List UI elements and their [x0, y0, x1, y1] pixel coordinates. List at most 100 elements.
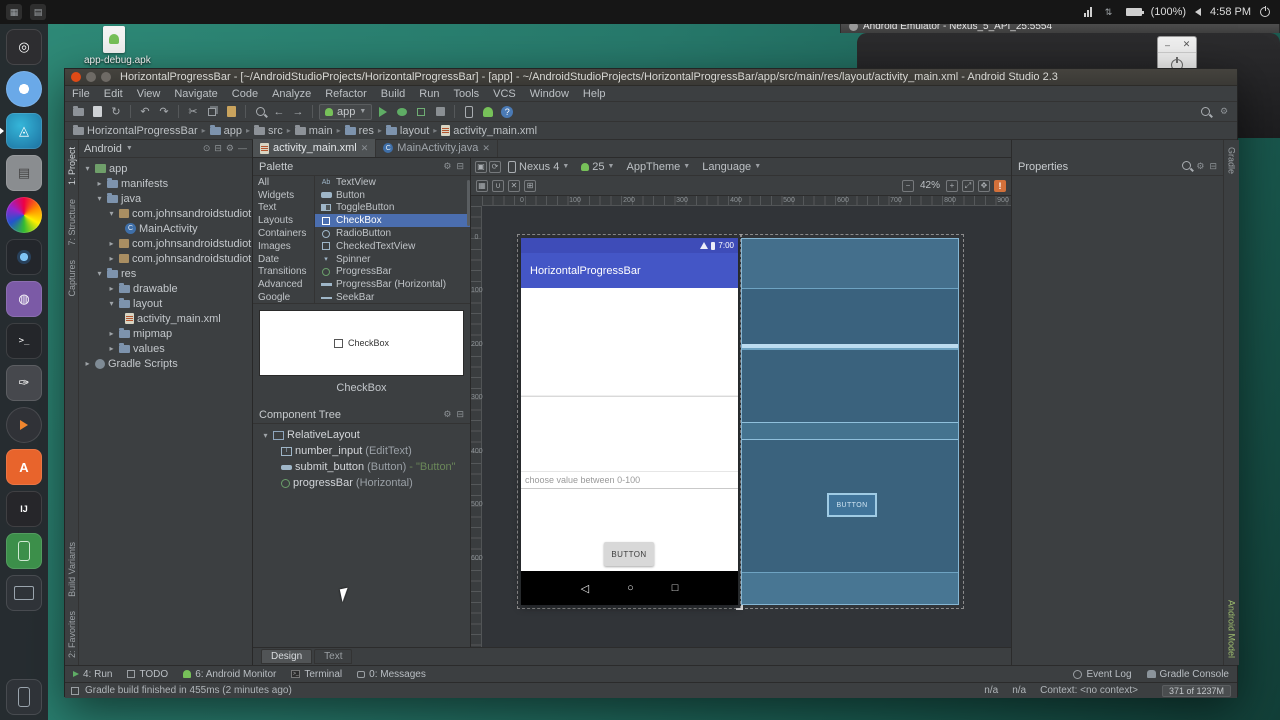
gear-icon[interactable]: ⚙	[443, 161, 451, 172]
api-level-select[interactable]: 25 ▼	[576, 161, 619, 173]
find-icon[interactable]	[252, 104, 268, 120]
project-view-select[interactable]: Android	[84, 143, 122, 155]
lint-warning-badge[interactable]: !	[994, 179, 1006, 192]
menu-run[interactable]: Run	[412, 86, 446, 101]
orientation-icon[interactable]: ⟳	[489, 160, 501, 173]
launcher-camera-app[interactable]	[6, 239, 42, 275]
palette-category-date[interactable]: Date	[253, 253, 314, 266]
breadcrumb-file[interactable]: activity_main.xml	[441, 125, 537, 137]
component-number-input[interactable]: I number_input (EditText)	[253, 443, 470, 459]
tool-tab-event-log[interactable]: Event Log	[1073, 669, 1132, 680]
launcher-software-center[interactable]: A	[6, 449, 42, 485]
menu-view[interactable]: View	[130, 86, 168, 101]
coverage-button[interactable]	[413, 104, 429, 120]
launcher-media-player[interactable]	[6, 407, 42, 443]
cut-icon[interactable]: ✂	[185, 104, 201, 120]
tool-tab-captures[interactable]: Captures	[67, 253, 77, 304]
palette-category-text[interactable]: Text	[253, 202, 314, 215]
tool-tab-favorites[interactable]: 2: Favorites	[67, 604, 77, 665]
launcher-file-manager[interactable]: ▤	[6, 155, 42, 191]
palette-item-textview[interactable]: Ab TextView	[315, 176, 470, 189]
clear-constraints-icon[interactable]: ✕	[508, 179, 520, 192]
breadcrumb-main[interactable]: main	[294, 124, 333, 137]
zoom-out-icon[interactable]: −	[901, 179, 914, 192]
forward-icon[interactable]: →	[290, 104, 306, 120]
minimize-window-button[interactable]	[86, 72, 96, 82]
widget-number-input[interactable]: choose value between 0-100	[521, 471, 738, 489]
gear-icon[interactable]: ⚙	[1196, 161, 1204, 172]
maximize-window-button[interactable]	[101, 72, 111, 82]
debug-button[interactable]	[394, 104, 410, 120]
tree-item-gradle-scripts[interactable]: ▸ Gradle Scripts	[79, 356, 252, 371]
tree-item-package-androidtest[interactable]: ▸ com.johnsandroidstudiot	[79, 236, 252, 251]
run-configuration-select[interactable]: app ▼	[319, 103, 373, 120]
menu-help[interactable]: Help	[576, 86, 613, 101]
tree-item-package-main[interactable]: ▾ com.johnsandroidstudiot	[79, 206, 252, 221]
palette-category-layouts[interactable]: Layouts	[253, 214, 314, 227]
palette-category-google[interactable]: Google	[253, 291, 314, 303]
menu-build[interactable]: Build	[374, 86, 412, 101]
toolbar-settings-icon[interactable]: ⚙	[1216, 104, 1232, 120]
tool-tab-terminal[interactable]: >_ Terminal	[291, 669, 342, 680]
power-menu-icon[interactable]	[1260, 6, 1270, 17]
close-icon[interactable]: ✕	[482, 143, 490, 154]
phone-preview[interactable]: 7:00 HorizontalProgressBar choose value …	[521, 238, 738, 605]
blueprint-submit-button[interactable]: BUTTON	[827, 493, 877, 517]
blueprint-number-input[interactable]	[742, 422, 958, 440]
launcher-intellij-idea[interactable]: IJ	[6, 491, 42, 527]
tool-tab-gradle[interactable]: Gradle	[1227, 140, 1237, 181]
close-window-button[interactable]	[71, 72, 81, 82]
desktop-icon-apk[interactable]: app-debug.apk	[84, 26, 151, 66]
help-icon[interactable]: ?	[499, 104, 515, 120]
tree-item-manifests[interactable]: ▸ manifests	[79, 176, 252, 191]
launcher-android-studio[interactable]: ◬	[0, 113, 42, 149]
locate-file-icon[interactable]: ⊙	[203, 143, 211, 154]
palette-category-advanced[interactable]: Advanced	[253, 278, 314, 291]
tab-text[interactable]: Text	[314, 649, 353, 664]
launcher-graphics-app[interactable]: ◍	[6, 281, 42, 317]
launcher-chromium-browser[interactable]	[6, 71, 42, 107]
paste-icon[interactable]	[223, 104, 239, 120]
launcher-tablet-device[interactable]	[6, 575, 42, 611]
collapse-all-icon[interactable]: ⊟	[214, 143, 222, 154]
breadcrumb-src[interactable]: src	[254, 124, 283, 137]
palette-item-spinner[interactable]: ▾ Spinner	[315, 253, 470, 266]
palette-item-togglebutton[interactable]: ToggleButton	[315, 202, 470, 215]
breadcrumb-layout[interactable]: layout	[385, 124, 429, 137]
surface-mode-icon[interactable]: ▣	[475, 160, 487, 173]
tree-item-mipmap[interactable]: ▸ mipmap	[79, 326, 252, 341]
menu-file[interactable]: File	[65, 86, 97, 101]
tree-item-package-test[interactable]: ▸ com.johnsandroidstudiot	[79, 251, 252, 266]
tool-tab-build-variants[interactable]: Build Variants	[67, 535, 77, 604]
palette-item-radiobutton[interactable]: RadioButton	[315, 227, 470, 240]
tab-design[interactable]: Design	[261, 649, 313, 664]
minimize-panel-icon[interactable]: ⊟	[456, 409, 464, 420]
minimize-panel-icon[interactable]: ⊟	[456, 161, 464, 172]
magnet-icon[interactable]: ∪	[492, 179, 504, 192]
close-button[interactable]: ✕	[1177, 37, 1196, 52]
tool-tab-project[interactable]: 1: Project	[67, 140, 77, 192]
tree-item-drawable[interactable]: ▸ drawable	[79, 281, 252, 296]
clock[interactable]: 4:58 PM	[1210, 6, 1251, 18]
zoom-fit-icon[interactable]: ⤢	[962, 179, 974, 192]
tree-item-app[interactable]: ▾ app	[79, 161, 252, 176]
search-icon[interactable]	[1182, 161, 1192, 172]
battery-icon[interactable]	[1125, 8, 1144, 16]
toolbox-icon[interactable]	[71, 686, 79, 695]
back-icon[interactable]: ←	[271, 104, 287, 120]
gear-icon[interactable]: ⚙	[226, 143, 234, 154]
minimize-button[interactable]: –	[1158, 37, 1177, 52]
breadcrumb-project[interactable]: HorizontalProgressBar	[73, 124, 198, 137]
component-relativelayout[interactable]: ▾ RelativeLayout	[253, 427, 470, 443]
device-select[interactable]: Nexus 4 ▼	[503, 160, 574, 173]
tree-item-activity-main-xml[interactable]: activity_main.xml	[79, 311, 252, 326]
tool-tab-android-model[interactable]: Android Model	[1227, 593, 1237, 665]
hide-panel-icon[interactable]: —	[238, 143, 247, 154]
palette-category-containers[interactable]: Containers	[253, 227, 314, 240]
component-submit-button[interactable]: submit_button (Button) - "Button"	[253, 459, 470, 475]
palette-item-seekbar[interactable]: SeekBar	[315, 291, 470, 303]
copy-icon[interactable]	[204, 104, 220, 120]
tool-tab-android-monitor[interactable]: 6: Android Monitor	[183, 669, 276, 680]
launcher-dash-home[interactable]: ◎	[6, 29, 42, 65]
tree-item-res[interactable]: ▾ res	[79, 266, 252, 281]
